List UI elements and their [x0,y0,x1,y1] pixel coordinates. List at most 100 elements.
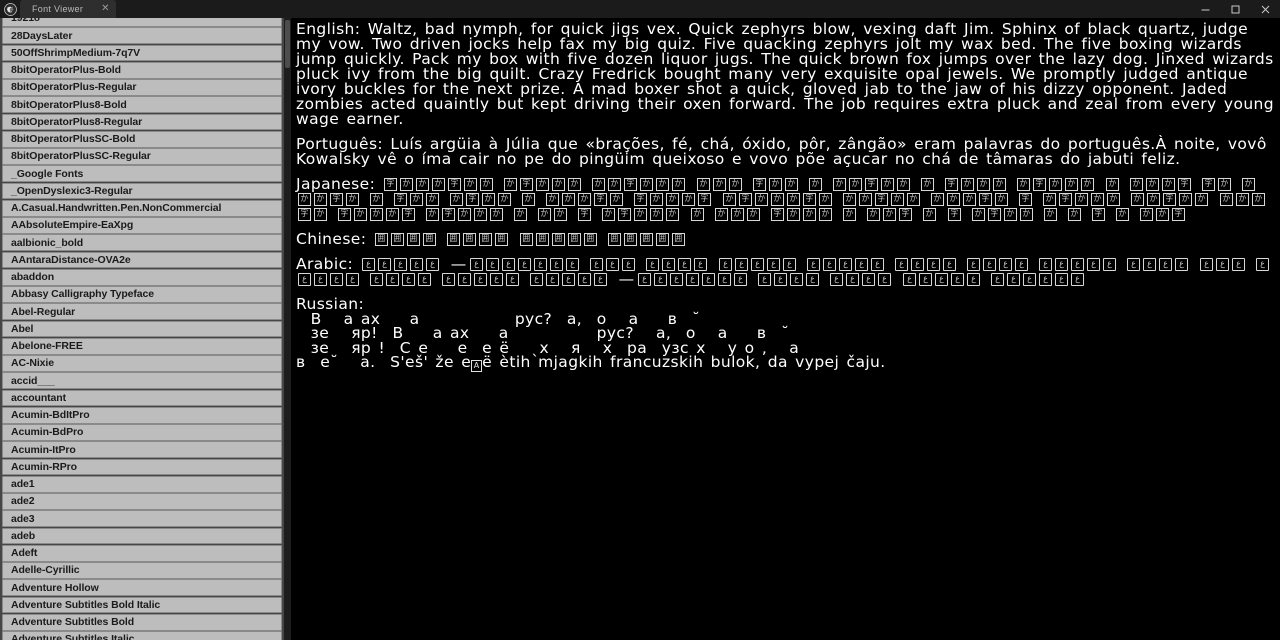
missing-glyph-box: か [682,193,696,206]
missing-glyph-box: 字 [297,208,311,221]
font-list-item[interactable]: AAbsoluteEmpire-EaXpg [2,217,282,234]
font-list-item[interactable]: Abel [2,320,282,338]
missing-glyph-box: か [1017,178,1031,191]
scrollbar-thumb[interactable] [285,20,290,68]
missing-glyph-box: 囲 [519,233,533,246]
missing-glyph-box: か [522,193,536,206]
font-list-item-label: _Google Fonts [11,167,84,180]
font-list-item[interactable]: accid___ [2,372,282,389]
missing-glyph-box: ع [678,258,692,271]
missing-glyph-box: 字 [1033,178,1047,191]
font-list-item[interactable]: ade3 [2,510,282,527]
font-list-item[interactable]: Acumin-RPro [2,458,282,476]
sample-text-portuguese: Luís argüia à Júlia que «brações, fé, ch… [296,135,1267,168]
font-list-item[interactable]: 8bitOperatorPlus-Regular [2,79,282,96]
missing-glyph-box: ع [894,258,908,271]
font-list-item[interactable]: ade2 [2,493,282,510]
missing-glyph-box: 字 [698,193,712,206]
font-list-item[interactable]: 8bitOperatorPlusSC-Regular [2,148,282,165]
missing-glyph-box: ع [417,273,431,286]
missing-glyph-box: ع [1054,273,1068,286]
missing-glyph-box: か [480,178,494,191]
missing-glyph-box: ع [1175,258,1189,271]
missing-glyph-box: か [592,178,606,191]
sample-text-english: Waltz, bad nymph, for quick jigs vex. Qu… [296,20,1275,128]
missing-glyph-box: か [786,208,800,221]
missing-glyph-box: 字 [1092,208,1106,221]
font-list-item[interactable]: Adventure Hollow [2,579,282,596]
missing-glyph-box: ع [918,273,932,286]
missing-glyph-box: ع [489,273,503,286]
missing-glyph-box: か [634,208,648,221]
missing-glyph-box: か [1131,193,1145,206]
missing-glyph-box: か [425,208,439,221]
font-list-item[interactable]: AC-Nixie [2,355,282,372]
missing-glyph-box: か [1043,193,1057,206]
font-list-item[interactable]: 28DaysLater [2,27,282,44]
font-list-item[interactable]: 8bitOperatorPlus8-Bold [2,96,282,113]
em-dash: — [618,270,635,288]
font-list-item[interactable]: Abbasy Calligraphy Typeface [2,286,282,303]
missing-glyph-box: か [930,193,944,206]
font-list-item[interactable]: _OpenDyslexic3-Regular [2,182,282,200]
title-bar-drag-area[interactable] [116,0,1190,18]
missing-glyph-box: ع [702,273,716,286]
font-list-item[interactable]: 19218 [2,18,282,27]
missing-glyph-box: ع [838,258,852,271]
tab-close-icon[interactable]: ✕ [101,4,109,14]
font-list-item[interactable]: 50OffShrimpMedium-7q7V [2,44,282,62]
missing-glyph-box: か [1065,178,1079,191]
font-list-item[interactable]: Adeft [2,544,282,562]
missing-glyph-box: ع [1039,258,1053,271]
missing-glyph-box: 字 [1172,208,1186,221]
missing-glyph-box: か [640,178,654,191]
font-list-item[interactable]: ade1 [2,475,282,493]
missing-glyph-box: か [666,193,680,206]
font-list-item[interactable]: A.Casual.Handwritten.Pen.NonCommercial [2,199,282,217]
font-list-item[interactable]: AAntaraDistance-OVA2e [2,251,282,269]
font-list-item[interactable]: Abel-Regular [2,303,282,320]
missing-glyph-box: か [906,193,920,206]
font-list-item[interactable]: Acumin-BdPro [2,424,282,441]
font-list-item[interactable]: Adventure Subtitles Bold Italic [2,596,282,614]
font-list-item[interactable]: Adventure Subtitles Italic [2,631,282,640]
font-list-item[interactable]: accountant [2,389,282,407]
font-list-item[interactable]: 8bitOperatorPlusSC-Bold [2,130,282,148]
missing-glyph-box: 字 [448,178,462,191]
missing-glyph-box: か [1003,208,1017,221]
font-list-item-label: accid___ [11,374,55,387]
minimize-icon[interactable] [1190,0,1220,18]
font-list-item[interactable]: Adelle-Cyrillic [2,562,282,579]
missing-glyph-box: 囲 [623,233,637,246]
missing-glyph-box: 字 [864,178,878,191]
font-list-item[interactable]: aalbionic_bold [2,234,282,251]
font-list-item-label: Acumin-BdPro [11,426,84,439]
font-list-item-label: Adventure Subtitles Bold [11,616,135,629]
missing-glyph-box: か [768,178,782,191]
tab-font-viewer[interactable]: Font Viewer ✕ [20,0,116,18]
missing-glyph-box: ع [410,258,423,271]
missing-glyph-box: ع [950,273,964,286]
font-list-scrollbar[interactable] [284,18,291,640]
font-list-item[interactable]: adeb [2,527,282,545]
missing-glyph-box: ع [878,273,892,286]
close-icon[interactable] [1250,0,1280,18]
font-list-item-label: 8bitOperatorPlus-Bold [11,64,121,77]
font-list-item[interactable]: Abelone-FREE [2,337,282,355]
missing-glyph-box: 囲 [391,233,405,246]
font-list-item[interactable]: Adventure Subtitles Bold [2,613,282,631]
maximize-icon[interactable] [1220,0,1250,18]
font-list-panel[interactable]: 19218 28DaysLater 50OffShrimpMedium-7q7V 8b… [0,18,290,640]
missing-glyph-box: ع [426,258,439,271]
missing-glyph-box: か [297,193,311,206]
missing-glyph-box: ع [313,273,327,286]
missing-glyph-box: ع [718,273,732,286]
font-list-item[interactable]: _Google Fonts [2,165,282,182]
font-list-item[interactable]: Acumin-BdItPro [2,406,282,424]
font-list-item[interactable]: 8bitOperatorPlus8-Regular [2,113,282,131]
font-list-item[interactable]: Acumin-ItPro [2,441,282,458]
missing-glyph-box: か [552,178,566,191]
font-list-item[interactable]: abaddon [2,268,282,286]
missing-glyph-box: か [385,208,399,221]
font-list-item[interactable]: 8bitOperatorPlus-Bold [2,61,282,79]
